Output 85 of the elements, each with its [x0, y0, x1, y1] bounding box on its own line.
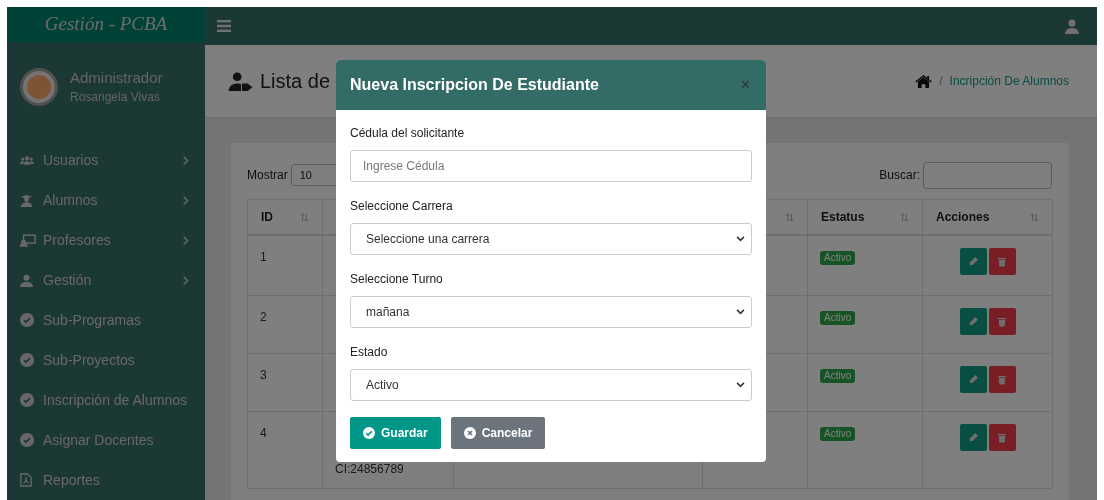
field-label: Estado	[350, 345, 389, 359]
status-badge: Activo	[820, 427, 856, 441]
graduate-icon	[20, 193, 33, 207]
delete-button[interactable]	[988, 308, 1016, 335]
brand-logo[interactable]: Gestión - PCBA	[7, 7, 205, 42]
cancel-button[interactable]: Cancelar	[450, 417, 546, 449]
input-field[interactable]: Ingrese Cédula	[350, 150, 752, 182]
check-circle-icon	[20, 433, 34, 447]
delete-button[interactable]	[988, 424, 1016, 451]
status-badge: Activo	[820, 251, 856, 265]
check-circle-icon	[363, 427, 375, 439]
table-cell: 1	[260, 250, 267, 264]
delete-button[interactable]	[988, 248, 1016, 275]
edit-button[interactable]	[959, 424, 987, 451]
trash-icon	[998, 374, 1006, 385]
sidebar-item[interactable]: Asignar Docentes	[20, 420, 189, 460]
user-name: Rosangela Vivas	[70, 89, 161, 107]
save-button[interactable]: Guardar	[350, 417, 441, 449]
user-tag-icon	[228, 71, 254, 91]
search-field[interactable]	[923, 161, 1052, 189]
check-circle-icon	[20, 353, 34, 367]
sidebar-item[interactable]: Reportes	[20, 460, 189, 500]
sidebar-item[interactable]: Sub-Proyectos	[20, 340, 189, 380]
select-field[interactable]: Seleccione una carrera	[350, 223, 752, 255]
pencil-icon	[968, 317, 978, 326]
modal-title: Nueva Inscripcion De Estudiante	[350, 75, 599, 95]
table-cell: 4	[260, 426, 267, 440]
page-title: Lista de	[260, 69, 331, 94]
edit-button[interactable]	[959, 248, 987, 275]
status-badge: Activo	[820, 311, 856, 325]
column-header[interactable]: Acciones	[936, 208, 990, 226]
chevron-icon	[183, 235, 189, 245]
table-cell: 3	[260, 368, 267, 382]
sort-icon[interactable]	[785, 212, 794, 222]
close-button[interactable]: ×	[740, 73, 750, 97]
select-field[interactable]: Activo	[350, 369, 752, 401]
trash-icon	[998, 256, 1006, 267]
avatar-logo	[20, 68, 58, 107]
breadcrumb-link[interactable]: Incripción De Alumnos	[949, 72, 1069, 90]
chevron-icon	[183, 155, 189, 165]
sort-icon[interactable]	[300, 212, 309, 222]
field-label: Seleccione Turno	[350, 272, 444, 286]
show-label: Mostrar	[247, 167, 288, 184]
trash-icon	[998, 316, 1006, 327]
sidebar-item[interactable]: Inscripción de Alumnos	[20, 380, 189, 420]
person-icon	[20, 273, 33, 287]
trash-icon	[998, 432, 1006, 443]
field-label: Cédula del solicitante	[350, 126, 466, 140]
edit-button[interactable]	[959, 308, 987, 335]
sort-icon[interactable]	[1030, 212, 1039, 222]
chevron-icon	[183, 195, 189, 205]
table-cell: 2	[260, 310, 267, 324]
check-circle-icon	[20, 393, 34, 407]
column-header[interactable]: Estatus	[821, 208, 865, 226]
status-badge: Activo	[820, 369, 856, 383]
user-role: Administrador	[70, 68, 163, 89]
sidebar-item[interactable]: Profesores	[20, 220, 189, 260]
column-header[interactable]: ID	[261, 208, 273, 226]
sort-icon[interactable]	[900, 212, 909, 222]
pencil-icon	[968, 433, 978, 442]
field-label: Seleccione Carrera	[350, 199, 454, 213]
x-circle-icon	[463, 427, 476, 439]
document-icon	[20, 473, 32, 487]
edit-button[interactable]	[959, 366, 987, 393]
search-label: Buscar:	[879, 167, 920, 184]
chevron-icon	[736, 236, 745, 242]
chevron-icon	[183, 275, 189, 285]
sidebar-item[interactable]: Sub-Programas	[20, 300, 189, 340]
breadcrumb-separator: /	[939, 73, 943, 90]
sidebar-item[interactable]: Gestión	[20, 260, 189, 300]
check-circle-icon	[20, 313, 34, 327]
home-icon[interactable]	[915, 74, 933, 88]
chevron-icon	[736, 309, 745, 315]
sidebar-item[interactable]: Alumnos	[20, 180, 189, 220]
board-icon	[20, 233, 36, 247]
pencil-icon	[968, 257, 978, 266]
sidebar-item[interactable]: Usuarios	[20, 140, 189, 180]
user-icon[interactable]	[1065, 18, 1079, 34]
users-icon	[20, 154, 34, 166]
menu-icon[interactable]	[217, 20, 231, 32]
delete-button[interactable]	[988, 366, 1016, 393]
pencil-icon	[968, 375, 978, 384]
select-field[interactable]: mañana	[350, 296, 752, 328]
chevron-icon	[736, 382, 745, 388]
table-cell-text: CI:24856789	[335, 461, 404, 478]
